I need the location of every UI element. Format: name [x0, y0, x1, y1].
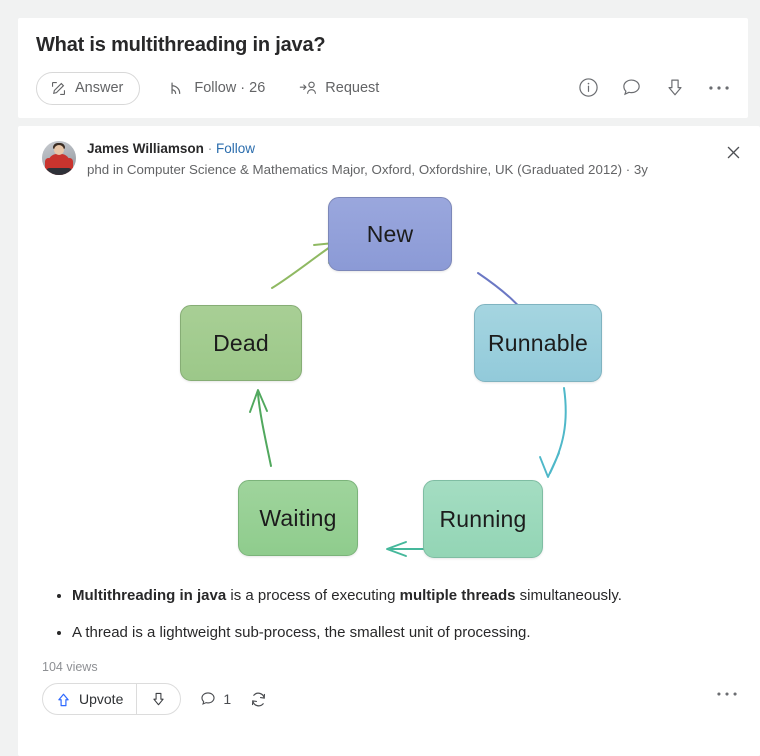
diagram-node-waiting: Waiting: [238, 480, 358, 556]
avatar[interactable]: [42, 141, 76, 175]
diagram-node-label: New: [366, 220, 414, 247]
list-item: Multithreading in java is a process of e…: [72, 584, 736, 607]
view-count: 104 views: [42, 660, 98, 674]
repost-icon: [249, 690, 268, 709]
diagram-node-label: Runnable: [487, 329, 589, 356]
diagram-node-runnable: Runnable: [474, 304, 602, 382]
close-icon[interactable]: [725, 144, 742, 161]
answer-button[interactable]: Answer: [36, 71, 141, 105]
info-circle-icon[interactable]: [578, 77, 599, 98]
diagram-node-running: Running: [423, 480, 543, 558]
separator: ·: [207, 141, 213, 156]
comment-bubble-icon: [199, 690, 217, 708]
answer-footer: Upvote 1: [18, 674, 760, 715]
answer-card: James Williamson · Follow phd in Compute…: [18, 126, 760, 756]
edge-dead-to-new: [271, 242, 335, 289]
edge-waiting-to-dead: [249, 389, 272, 467]
bullet-text-part: is a process of executing: [226, 587, 400, 604]
request-button[interactable]: Request: [295, 72, 383, 105]
question-header-card: What is multithreading in java? Answer F…: [18, 18, 748, 118]
author-follow-link[interactable]: Follow: [216, 141, 255, 156]
bullet-bold-part: multiple threads: [399, 587, 516, 604]
answer-bullet-list: Multithreading in java is a process of e…: [18, 580, 760, 644]
quora-answer-page: What is multithreading in java? Answer F…: [0, 0, 760, 756]
author-row: James Williamson · Follow phd in Compute…: [18, 140, 760, 179]
vote-group: Upvote: [42, 683, 182, 715]
thread-lifecycle-diagram: New Runnable Dead Waiting Running: [18, 185, 760, 580]
downvote-arrow-icon: [150, 691, 167, 708]
author-name[interactable]: James Williamson: [87, 141, 204, 156]
more-options-icon[interactable]: [716, 690, 738, 698]
author-credentials: phd in Computer Science & Mathematics Ma…: [87, 162, 648, 177]
upvote-button[interactable]: Upvote: [43, 684, 138, 714]
repost-button[interactable]: [249, 690, 268, 709]
follow-button-label: Follow · 26: [194, 80, 266, 96]
list-item: A thread is a lightweight sub-process, t…: [72, 621, 736, 644]
question-action-bar: Answer Follow · 26 Request: [36, 71, 730, 105]
more-options-icon[interactable]: [708, 84, 730, 92]
edge-runnable-to-running: [539, 387, 567, 478]
pencil-edit-icon: [50, 80, 67, 97]
downvote-arrow-icon[interactable]: [664, 77, 686, 99]
author-line: James Williamson · Follow: [87, 140, 648, 158]
rss-follow-icon: [168, 79, 186, 97]
comment-count: 1: [223, 691, 232, 707]
request-button-label: Request: [325, 80, 380, 96]
diagram-node-dead: Dead: [180, 305, 302, 381]
person-add-icon: [299, 79, 318, 97]
page-title: What is multithreading in java?: [36, 34, 326, 56]
diagram-node-label: Dead: [213, 329, 269, 356]
upvote-label: Upvote: [79, 691, 124, 707]
diagram-node-new: New: [328, 197, 452, 271]
answer-button-label: Answer: [75, 80, 124, 96]
bullet-text-part: A thread is a lightweight sub-process, t…: [72, 624, 531, 641]
diagram-node-label: Running: [439, 505, 527, 532]
upvote-arrow-icon: [55, 691, 72, 708]
comment-button[interactable]: 1: [199, 690, 231, 708]
downvote-button[interactable]: [137, 684, 180, 714]
follow-button[interactable]: Follow · 26: [164, 72, 269, 105]
question-meta-icons: [578, 71, 730, 104]
bullet-bold-part: Multithreading in java: [72, 587, 227, 604]
author-text-block: James Williamson · Follow phd in Compute…: [87, 140, 648, 179]
bullet-text-part: simultaneously.: [515, 587, 622, 604]
comment-bubble-icon[interactable]: [621, 77, 642, 98]
diagram-node-label: Waiting: [259, 504, 337, 531]
